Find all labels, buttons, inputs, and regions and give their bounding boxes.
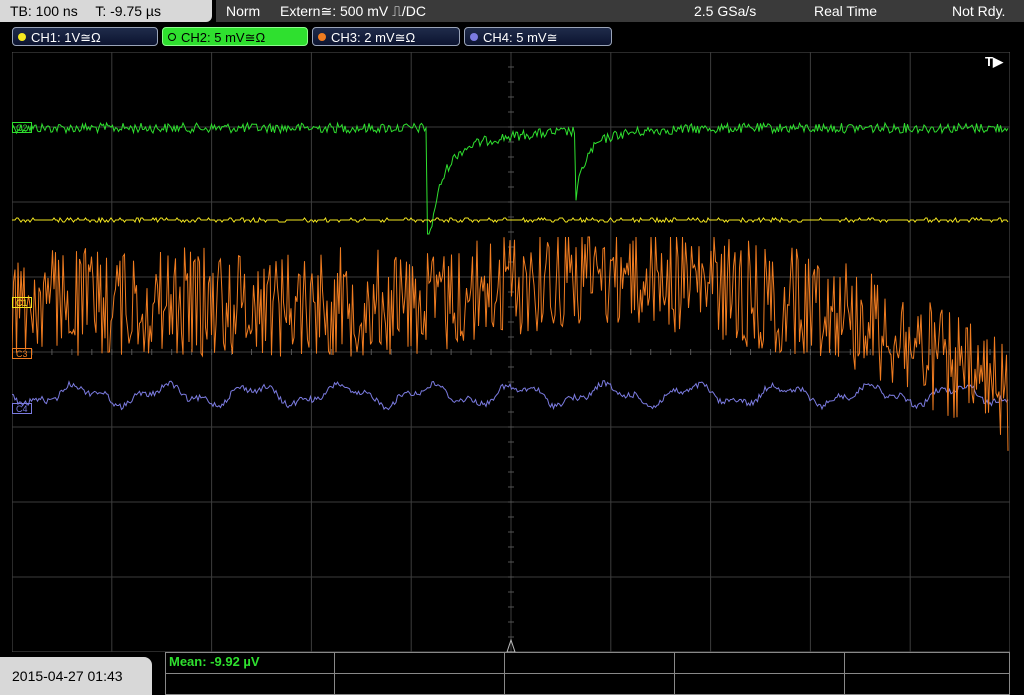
measurement-cell-divider [674, 674, 675, 695]
measurement-cell-divider [844, 653, 845, 673]
sample-rate: 2.5 GSa/s [694, 3, 757, 19]
measurement-cell-divider [504, 653, 505, 673]
channel-1-button[interactable]: CH1: 1V≅Ω [12, 27, 158, 46]
ch4-dot-icon [470, 33, 478, 41]
channel-2-button[interactable]: CH2: 5 mV≅Ω [162, 27, 308, 46]
ch2-dot-icon [168, 33, 176, 41]
measurement-row [166, 653, 1009, 674]
ch4-offset-marker[interactable]: C4 [12, 403, 32, 414]
ch2-label: CH2: 5 mV≅Ω [181, 30, 266, 45]
ch3-label: CH3: 2 mV≅Ω [331, 30, 416, 45]
trigger-position-marker[interactable]: T▶ [985, 54, 1004, 69]
measurement-row [166, 674, 1009, 695]
measurement-cell-divider [674, 653, 675, 673]
mean-measurement[interactable]: Mean: -9.92 µV [169, 653, 260, 671]
measurement-cell-divider [334, 653, 335, 673]
acquisition-state: Not Rdy. [952, 3, 1006, 19]
measurement-cell-divider [334, 674, 335, 695]
trigger-time-value: T: -9.75 µs [95, 3, 161, 19]
ch2-offset-marker[interactable]: C2 [12, 122, 32, 133]
measurement-cell-divider [844, 674, 845, 695]
channel-bar: CH1: 1V≅Ω CH2: 5 mV≅Ω CH3: 2 mV≅Ω CH4: 5… [0, 25, 1024, 48]
acquisition-mode: Real Time [814, 3, 878, 19]
datetime-display: 2015-04-27 01:43 [0, 657, 152, 695]
ch4-label: CH4: 5 mV≅ [483, 30, 558, 45]
trigger-source: Extern≅: 500 mV ⎍/DC [280, 3, 427, 19]
ch3-dot-icon [318, 33, 326, 41]
ch1-dot-icon [18, 33, 26, 41]
timebase-panel[interactable]: TB: 100 ns T: -9.75 µs [0, 0, 212, 22]
ch3-offset-marker[interactable]: C3 [12, 348, 32, 359]
timebase-value: TB: 100 ns [10, 3, 78, 19]
channel-4-button[interactable]: CH4: 5 mV≅ [464, 27, 612, 46]
trigger-panel[interactable]: Norm Extern≅: 500 mV ⎍/DC 2.5 GSa/s Real… [216, 0, 1024, 22]
channel-3-button[interactable]: CH3: 2 mV≅Ω [312, 27, 460, 46]
ch1-offset-marker[interactable]: C1 [12, 297, 32, 308]
status-bar: TB: 100 ns T: -9.75 µs Norm Extern≅: 500… [0, 0, 1024, 24]
ch1-label: CH1: 1V≅Ω [31, 30, 101, 45]
measurement-cell-divider [504, 674, 505, 695]
waveform-display[interactable]: T▶ [12, 52, 1010, 652]
measurement-table [165, 652, 1010, 695]
trigger-mode: Norm [226, 3, 261, 19]
